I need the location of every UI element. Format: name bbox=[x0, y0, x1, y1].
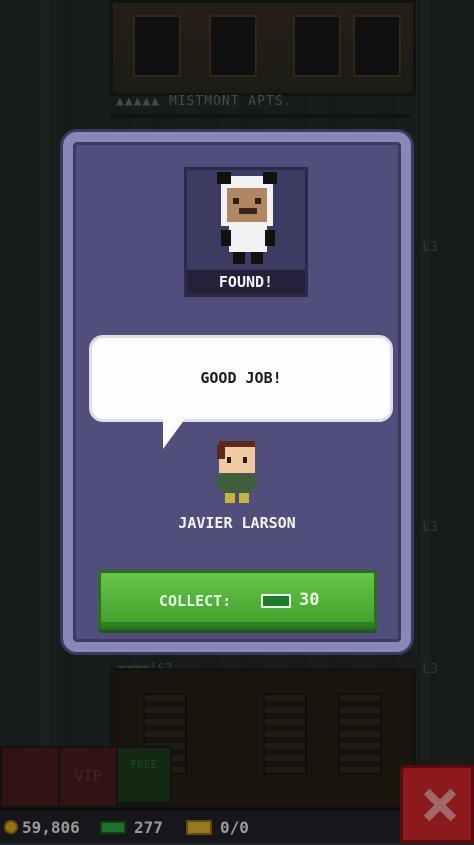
collect-button[interactable]: COLLECT: 30 bbox=[98, 570, 377, 630]
collect-amount: 30 bbox=[299, 590, 320, 610]
found-bitizen-portrait: FOUND! bbox=[184, 167, 308, 297]
bux-icon bbox=[261, 594, 291, 608]
collect-label: COLLECT: bbox=[159, 592, 232, 610]
panda-costume-bitizen-icon bbox=[217, 172, 277, 264]
character-name: JAVIER LARSON bbox=[178, 514, 296, 532]
found-bitizen-dialog: FOUND! GOOD JOB! JAVIER LARSON COLLECT: … bbox=[63, 132, 411, 652]
speech-bubble: GOOD JOB! bbox=[89, 335, 393, 422]
found-label: FOUND! bbox=[187, 270, 305, 294]
speech-bubble-tail bbox=[163, 419, 185, 449]
bitizen-character-icon bbox=[217, 441, 257, 503]
